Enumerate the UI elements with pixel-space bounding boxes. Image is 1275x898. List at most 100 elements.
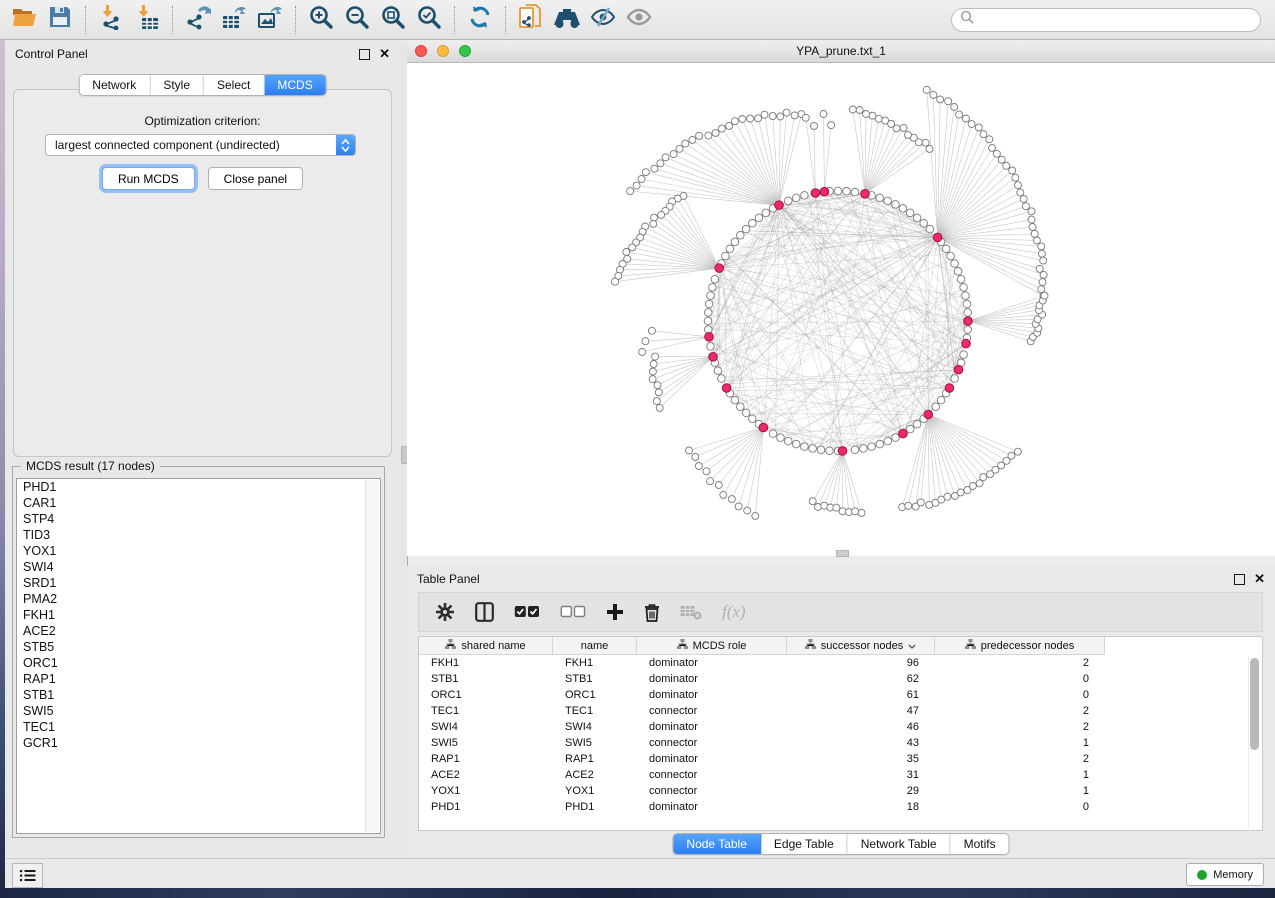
table-tab-edge-table[interactable]: Edge Table — [761, 834, 848, 854]
table-scrollbar-thumb[interactable] — [1250, 658, 1259, 750]
table-cell[interactable]: dominator — [637, 673, 787, 685]
network-view[interactable] — [407, 63, 1275, 556]
table-cell[interactable]: 46 — [787, 721, 935, 733]
table-tab-motifs[interactable]: Motifs — [951, 834, 1009, 854]
delete-table-button[interactable] — [680, 605, 702, 620]
table-cell[interactable]: 18 — [787, 801, 935, 813]
table-cell[interactable]: dominator — [637, 689, 787, 701]
table-row[interactable]: RAP1RAP1dominator352 — [419, 751, 1262, 767]
mcds-list-scrollbar[interactable] — [365, 480, 379, 832]
mcds-result-item[interactable]: YOX1 — [17, 543, 380, 559]
table-cell[interactable]: 0 — [935, 673, 1105, 685]
table-cell[interactable]: PHD1 — [553, 801, 637, 813]
criterion-dropdown[interactable]: largest connected component (undirected) — [45, 134, 356, 156]
close-panel-button-mcds[interactable]: Close panel — [208, 167, 303, 190]
search-box[interactable] — [951, 8, 1261, 32]
mcds-result-item[interactable]: STP4 — [17, 511, 380, 527]
table-cell[interactable]: dominator — [637, 753, 787, 765]
table-cell[interactable]: 2 — [935, 657, 1105, 669]
function-builder-button[interactable]: f(x) — [722, 602, 746, 622]
table-cell[interactable]: FKH1 — [419, 657, 553, 669]
mcds-result-item[interactable]: SWI4 — [17, 559, 380, 575]
column-header-MCDS-role[interactable]: MCDS role — [637, 637, 787, 655]
table-cell[interactable]: dominator — [637, 657, 787, 669]
table-row[interactable]: PHD1PHD1dominator180 — [419, 799, 1262, 815]
mcds-result-item[interactable]: TEC1 — [17, 719, 380, 735]
table-cell[interactable]: STB1 — [553, 673, 637, 685]
table-cell[interactable]: SWI4 — [419, 721, 553, 733]
table-row[interactable]: SWI5SWI5connector431 — [419, 735, 1262, 751]
table-cell[interactable]: ACE2 — [553, 769, 637, 781]
mcds-result-item[interactable]: GCR1 — [17, 735, 380, 751]
mcds-result-list[interactable]: PHD1CAR1STP4TID3YOX1SWI4SRD1PMA2FKH1ACE2… — [16, 478, 381, 834]
window-minimize-button[interactable] — [437, 45, 449, 57]
horizontal-splitter-grip[interactable] — [836, 550, 849, 557]
table-cell[interactable]: TEC1 — [419, 705, 553, 717]
table-cell[interactable]: connector — [637, 705, 787, 717]
table-row[interactable]: YOX1YOX1connector291 — [419, 783, 1262, 799]
mcds-result-item[interactable]: STB5 — [17, 639, 380, 655]
table-cell[interactable]: PHD1 — [419, 801, 553, 813]
tab-select[interactable]: Select — [204, 75, 264, 95]
save-session-button[interactable] — [42, 4, 78, 36]
table-cell[interactable]: ORC1 — [553, 689, 637, 701]
clone-network-button[interactable] — [513, 4, 549, 36]
tab-mcds[interactable]: MCDS — [264, 75, 325, 95]
mcds-result-item[interactable]: ACE2 — [17, 623, 380, 639]
table-cell[interactable]: 0 — [935, 689, 1105, 701]
memory-button[interactable]: Memory — [1186, 863, 1264, 886]
deselect-all-button[interactable] — [560, 605, 586, 619]
table-row[interactable]: ACE2ACE2connector311 — [419, 767, 1262, 783]
open-file-button[interactable] — [6, 4, 42, 36]
split-columns-button[interactable] — [475, 602, 494, 622]
table-cell[interactable]: 47 — [787, 705, 935, 717]
zoom-fit-button[interactable] — [375, 4, 411, 36]
zoom-out-button[interactable] — [339, 4, 375, 36]
table-cell[interactable]: SWI5 — [553, 737, 637, 749]
add-column-button[interactable] — [606, 603, 624, 621]
table-cell[interactable]: dominator — [637, 721, 787, 733]
table-cell[interactable]: connector — [637, 785, 787, 797]
import-table-button[interactable] — [129, 4, 165, 36]
mcds-result-item[interactable]: STB1 — [17, 687, 380, 703]
export-network-button[interactable] — [180, 4, 216, 36]
table-cell[interactable]: 61 — [787, 689, 935, 701]
table-cell[interactable]: TEC1 — [553, 705, 637, 717]
column-header-shared-name[interactable]: shared name — [419, 637, 553, 655]
task-history-button[interactable] — [12, 863, 43, 888]
table-cell[interactable]: 2 — [935, 753, 1105, 765]
table-settings-button[interactable] — [435, 602, 455, 622]
table-cell[interactable]: ORC1 — [419, 689, 553, 701]
zoom-in-button[interactable] — [303, 4, 339, 36]
select-all-button[interactable] — [514, 605, 540, 619]
float-panel-button[interactable] — [359, 49, 370, 60]
table-cell[interactable]: 2 — [935, 721, 1105, 733]
tab-style[interactable]: Style — [150, 75, 204, 95]
table-tab-network-table[interactable]: Network Table — [848, 834, 951, 854]
window-maximize-button[interactable] — [459, 45, 471, 57]
table-cell[interactable]: FKH1 — [553, 657, 637, 669]
column-header-successor-nodes[interactable]: successor nodes — [787, 637, 935, 655]
table-cell[interactable]: connector — [637, 769, 787, 781]
table-cell[interactable]: 29 — [787, 785, 935, 797]
table-tab-node-table[interactable]: Node Table — [673, 834, 761, 854]
refresh-view-button[interactable] — [462, 4, 498, 36]
table-cell[interactable]: 43 — [787, 737, 935, 749]
table-cell[interactable]: STB1 — [419, 673, 553, 685]
tab-network[interactable]: Network — [79, 75, 150, 95]
table-row[interactable]: STB1STB1dominator620 — [419, 671, 1262, 687]
network-graph[interactable] — [407, 63, 1275, 556]
close-panel-button[interactable]: ✕ — [379, 49, 390, 59]
first-neighbors-button[interactable] — [549, 4, 585, 36]
mcds-result-item[interactable]: SRD1 — [17, 575, 380, 591]
table-cell[interactable]: SWI5 — [419, 737, 553, 749]
table-cell[interactable]: 96 — [787, 657, 935, 669]
table-row[interactable]: SWI4SWI4dominator462 — [419, 719, 1262, 735]
table-cell[interactable]: ACE2 — [419, 769, 553, 781]
show-all-button[interactable] — [621, 4, 657, 36]
import-network-button[interactable] — [93, 4, 129, 36]
mcds-result-item[interactable]: CAR1 — [17, 495, 380, 511]
table-cell[interactable]: dominator — [637, 801, 787, 813]
delete-column-button[interactable] — [644, 603, 660, 622]
close-table-panel-button[interactable]: ✕ — [1254, 574, 1265, 584]
